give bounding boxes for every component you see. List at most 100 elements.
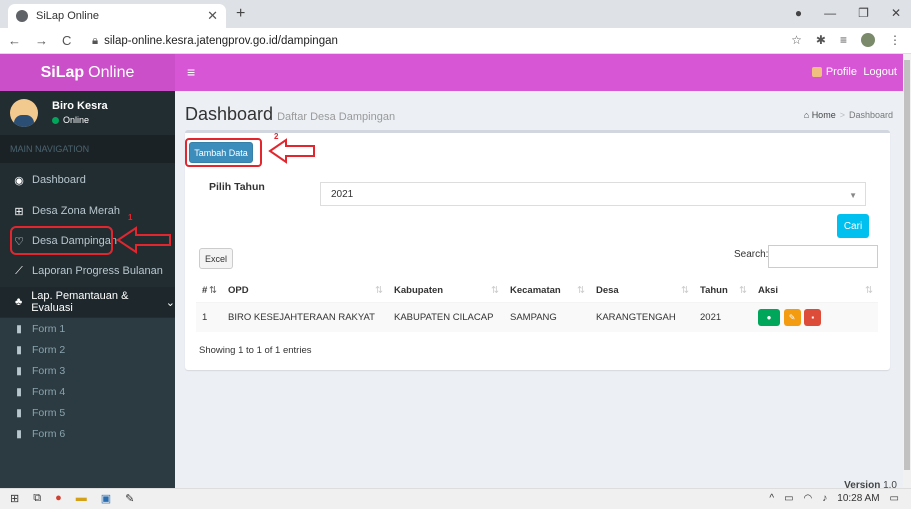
sidebar-item-laporan-progress-bulanan[interactable]: ⟋ Laporan Progress Bulanan — [0, 256, 175, 286]
home-icon: ⌂ — [803, 110, 810, 120]
sort-icon: ⇅ — [577, 285, 585, 297]
reading-list-icon[interactable]: ≡ — [840, 33, 847, 47]
browser-avatar-icon[interactable] — [861, 33, 875, 47]
page-title-text: Dashboard — [185, 104, 274, 124]
sidebar-item-lap-pemantauan[interactable]: ♣ Lap. Pemantauan & Evaluasi ⌄ — [0, 287, 175, 317]
sidebar-subitem-label: Form 6 — [32, 428, 66, 440]
sidebar-subitem-form-1[interactable]: ▮ Form 1 — [0, 319, 175, 339]
new-tab-icon[interactable]: + — [236, 5, 245, 23]
back-icon[interactable]: ← — [8, 33, 21, 48]
sort-icon: ⇅ — [865, 285, 873, 297]
pilih-tahun-label: Pilih Tahun — [209, 181, 265, 193]
breadcrumb: ⌂ Home > Dashboard — [803, 110, 893, 120]
user-avatar-icon — [811, 67, 822, 77]
sitemap-icon: ♣ — [14, 296, 23, 308]
sidebar: Biro Kesra Online MAIN NAVIGATION ◉ Dash… — [0, 91, 175, 488]
system-tray: ^ ▭ ◠ ♪ 10:28 AM ▭ — [769, 493, 899, 504]
sidebar-subitem-label: Form 1 — [32, 323, 66, 335]
sidebar-subitem-form-5[interactable]: ▮ Form 5 — [0, 403, 175, 423]
edit-button[interactable]: ✎ — [783, 308, 801, 326]
browser-menu-icon[interactable]: ⋮ — [889, 33, 901, 47]
top-navbar: ≡ Profile Logout — [175, 54, 903, 91]
sidebar-subitem-form-6[interactable]: ▮ Form 6 — [0, 424, 175, 444]
tray-chevron-up-icon[interactable]: ^ — [769, 493, 774, 504]
line-chart-icon: ⟋ — [15, 264, 23, 277]
book-icon: ▮ — [16, 344, 22, 356]
col-header-aksi[interactable]: Aksi ⇅ — [752, 280, 878, 303]
col-header-tahun[interactable]: Tahun ⇅ — [694, 280, 752, 303]
browser-tab[interactable]: SiLap Online ✕ — [8, 4, 226, 28]
tahun-select[interactable]: 2021 ▼ — [320, 182, 866, 206]
reload-icon[interactable]: C — [62, 33, 71, 48]
col-header-kecamatan[interactable]: Kecamatan ⇅ — [504, 280, 590, 303]
cell-tahun: 2021 — [694, 301, 752, 332]
avatar — [10, 99, 38, 127]
sort-icon: ⇅ — [681, 285, 689, 297]
close-tab-icon[interactable]: ✕ — [207, 8, 218, 24]
network-icon[interactable]: ▭ — [784, 493, 793, 504]
chrome-icon[interactable]: ● — [55, 492, 62, 505]
annotation-arrow-2-icon — [268, 138, 315, 164]
hamburger-menu-icon[interactable]: ≡ — [187, 64, 195, 80]
col-header-kabupaten[interactable]: Kabupaten ⇅ — [388, 280, 504, 303]
delete-button[interactable]: ▪ — [804, 308, 822, 326]
page-subtitle: Daftar Desa Dampingan — [277, 111, 396, 123]
profile-label: Profile — [825, 66, 857, 78]
excel-button[interactable]: Excel — [199, 248, 233, 269]
task-view-icon[interactable]: ⧉ — [33, 492, 41, 505]
minimize-icon[interactable]: — — [824, 6, 836, 20]
sidebar-subitem-label: Form 2 — [32, 344, 66, 356]
caret-down-icon: ▼ — [849, 191, 857, 200]
col-header-desa[interactable]: Desa ⇅ — [590, 280, 694, 303]
scrollbar-thumb[interactable] — [904, 60, 910, 470]
profile-circle-icon[interactable]: ● — [795, 6, 802, 20]
cell-kabupaten: KABUPATEN CILACAP — [388, 301, 504, 332]
cell-kecamatan: SAMPANG — [504, 301, 590, 332]
app-icon[interactable]: ▣ — [101, 492, 111, 505]
col-header-no[interactable]: # ⇅ — [196, 280, 222, 303]
close-window-icon[interactable]: ✕ — [891, 6, 901, 20]
volume-icon[interactable]: ♪ — [822, 493, 827, 504]
clock[interactable]: 10:28 AM — [837, 493, 879, 504]
logout-link[interactable]: Logout — [863, 66, 897, 78]
extensions-icon[interactable]: ✱ — [816, 33, 826, 47]
book-icon: ▮ — [16, 407, 22, 419]
sidebar-item-label: Lap. Pemantauan & Evaluasi — [31, 290, 129, 314]
star-icon[interactable]: ☆ — [791, 33, 802, 47]
sidebar-subitem-form-3[interactable]: ▮ Form 3 — [0, 361, 175, 381]
sidebar-item-label: Laporan Progress Bulanan — [32, 265, 163, 277]
table-header-row: # ⇅ OPD ⇅ Kabupaten ⇅ Kecamatan ⇅ Desa ⇅ Tahu… — [196, 280, 878, 303]
url-text: silap-online.kesra.jatengprov.go.id/damp… — [104, 35, 338, 47]
app-logo[interactable]: SiLap Online — [0, 54, 175, 91]
file-explorer-icon[interactable]: ▬ — [76, 492, 87, 505]
annotation-box-tambah — [185, 138, 262, 167]
sidebar-subitem-label: Form 3 — [32, 365, 66, 377]
annotation-box-desa-dampingan — [10, 226, 113, 255]
view-button[interactable]: ● — [758, 308, 780, 326]
page-title: Dashboard Daftar Desa Dampingan — [185, 104, 395, 125]
cell-desa: KARANGTENGAH — [590, 301, 694, 332]
data-table: # ⇅ OPD ⇅ Kabupaten ⇅ Kecamatan ⇅ Desa ⇅ Tahu… — [196, 280, 878, 332]
sidebar-subitem-form-4[interactable]: ▮ Form 4 — [0, 382, 175, 402]
url-field[interactable]: 🔒︎ silap-online.kesra.jatengprov.go.id/da… — [92, 32, 732, 50]
forward-icon[interactable]: → — [35, 33, 48, 48]
wifi-icon[interactable]: ◠ — [804, 493, 813, 504]
sort-icon: ⇅ — [739, 285, 747, 297]
os-taskbar: ⊞ ⧉ ● ▬ ▣ ✎ ^ ▭ ◠ ♪ 10:28 AM ▭ — [0, 488, 911, 509]
cari-button[interactable]: Cari — [837, 214, 869, 238]
paint-icon[interactable]: ✎ — [125, 492, 134, 505]
page-scrollbar[interactable] — [903, 54, 911, 488]
search-input[interactable] — [768, 245, 878, 268]
windows-start-icon[interactable]: ⊞ — [10, 492, 19, 505]
annotation-arrow-1-icon — [116, 226, 171, 254]
sidebar-item-desa-zona-merah[interactable]: ⊞ Desa Zona Merah — [0, 196, 175, 226]
profile-link[interactable]: Profile — [811, 66, 857, 78]
book-icon: ▮ — [16, 386, 22, 398]
notification-icon[interactable]: ▭ — [890, 493, 899, 504]
col-header-opd[interactable]: OPD ⇅ — [222, 280, 388, 303]
breadcrumb-home[interactable]: Home — [812, 110, 836, 120]
maximize-icon[interactable]: ❐ — [858, 6, 869, 20]
sidebar-item-label: Dashboard — [32, 174, 86, 186]
sidebar-item-dashboard[interactable]: ◉ Dashboard — [0, 165, 175, 195]
sidebar-subitem-form-2[interactable]: ▮ Form 2 — [0, 340, 175, 360]
